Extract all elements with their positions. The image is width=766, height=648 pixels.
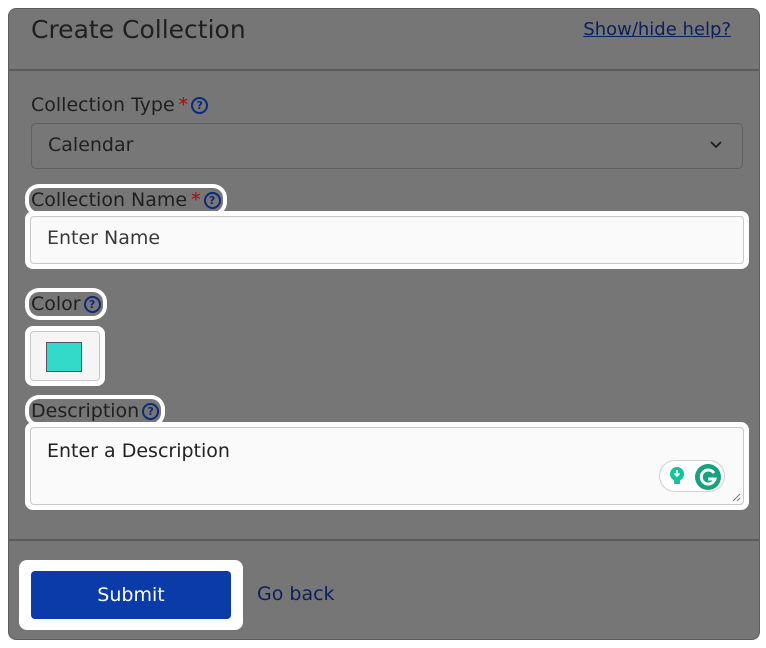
create-collection-card: Create Collection Show/hide help? Collec…: [8, 8, 760, 640]
collection-type-select[interactable]: Calendar: [31, 123, 743, 169]
header-divider: [9, 69, 759, 71]
color-label-text: Color: [31, 293, 81, 315]
chevron-down-icon: [710, 141, 722, 149]
show-hide-help-link[interactable]: Show/hide help?: [583, 19, 731, 40]
color-picker-highlight: [25, 326, 105, 386]
description-placeholder: Enter a Description: [47, 440, 230, 462]
description-label-text: Description: [31, 400, 140, 422]
card-header: Create Collection Show/hide help?: [9, 9, 759, 69]
submit-highlight: Submit: [19, 560, 243, 630]
collection-name-label-text: Collection Name: [31, 189, 188, 211]
required-mark: *: [191, 189, 201, 211]
lightbulb-icon: [670, 467, 684, 484]
help-icon[interactable]: ?: [142, 403, 160, 420]
go-back-link[interactable]: Go back: [257, 583, 335, 605]
color-picker-button[interactable]: [30, 331, 100, 381]
help-icon[interactable]: ?: [191, 97, 209, 114]
submit-button[interactable]: Submit: [31, 571, 231, 619]
collection-name-input[interactable]: Enter Name: [30, 216, 744, 264]
collection-type-label-text: Collection Type: [31, 94, 175, 116]
description-highlight: Enter a Description: [25, 422, 749, 510]
required-mark: *: [178, 94, 189, 116]
resize-handle-icon[interactable]: [731, 492, 741, 502]
help-icon[interactable]: ?: [203, 192, 221, 209]
footer-divider: [9, 539, 759, 541]
color-swatch: [46, 342, 82, 372]
collection-name-label: Collection Name *?: [29, 188, 223, 212]
grammarly-logo-icon: [695, 464, 721, 490]
color-label: Color?: [29, 292, 103, 316]
grammarly-widget[interactable]: [659, 460, 725, 492]
description-label: Description?: [29, 399, 162, 423]
collection-type-value: Calendar: [48, 134, 134, 156]
collection-type-label: Collection Type *?: [31, 93, 209, 117]
page-title: Create Collection: [31, 15, 246, 44]
description-textarea[interactable]: Enter a Description: [30, 427, 744, 505]
collection-name-highlight: Enter Name: [25, 211, 749, 269]
help-icon[interactable]: ?: [83, 296, 101, 313]
